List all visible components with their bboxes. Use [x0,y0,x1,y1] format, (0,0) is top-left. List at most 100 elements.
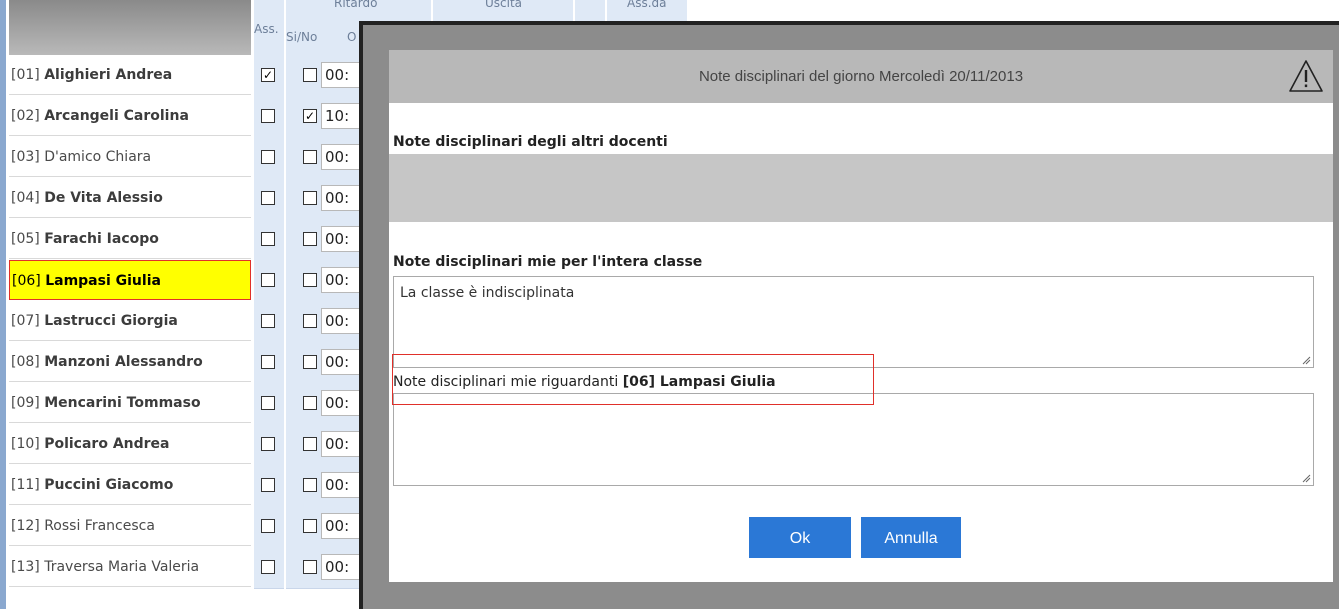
student-name: Lampasi Giulia [45,273,161,289]
absent-checkbox[interactable] [261,314,275,328]
absent-checkbox[interactable] [261,150,275,164]
late-time-input[interactable]: 00: [321,513,361,539]
class-notes-label: Note disciplinari mie per l'intera class… [393,254,703,270]
ok-button[interactable]: Ok [749,517,851,558]
absent-checkbox[interactable] [261,232,275,246]
student-name: D'amico Chiara [44,149,152,165]
student-number: [02] [11,108,40,124]
others-notes-label: Note disciplinari degli altri docenti [393,134,668,150]
late-checkbox[interactable] [303,68,317,82]
cancel-button[interactable]: Annulla [861,517,961,558]
late-checkbox[interactable] [303,273,317,287]
absent-checkbox[interactable] [261,437,275,451]
student-name: Rossi Francesca [44,518,155,534]
student-row[interactable]: [07] Lastrucci Giorgia 00: [9,301,366,343]
student-row[interactable]: [10] Policaro Andrea 00: [9,424,366,466]
student-row[interactable]: [12] Rossi Francesca 00: [9,506,366,548]
late-checkbox[interactable]: ✓ [303,109,317,123]
late-checkbox[interactable] [303,150,317,164]
late-time-input[interactable]: 00: [321,390,361,416]
student-row[interactable]: [11] Puccini Giacomo 00: [9,465,366,507]
class-notes-text: La classe è indisciplinata [400,285,575,301]
late-checkbox[interactable] [303,560,317,574]
late-time-input[interactable]: 00: [321,431,361,457]
dialog-titlebar: Note disciplinari del giorno Mercoledì 2… [389,50,1333,103]
student-name-cell[interactable]: [09] Mencarini Tommaso [9,383,251,423]
student-row[interactable]: [03] D'amico Chiara 00: [9,137,366,179]
late-time-input[interactable]: 00: [321,554,361,580]
late-checkbox[interactable] [303,437,317,451]
absent-checkbox[interactable] [261,355,275,369]
late-checkbox[interactable] [303,232,317,246]
student-row[interactable]: [08] Manzoni Alessandro 00: [9,342,366,384]
student-number: [11] [11,477,40,493]
late-checkbox[interactable] [303,396,317,410]
absent-checkbox[interactable] [261,109,275,123]
late-checkbox[interactable] [303,355,317,369]
late-time-input[interactable]: 00: [321,144,361,170]
student-row[interactable]: [13] Traversa Maria Valeria 00: [9,547,366,589]
ass-column-header: Ass. [254,0,284,55]
late-checkbox[interactable] [303,191,317,205]
absent-checkbox[interactable] [261,478,275,492]
student-name-cell[interactable]: [04] De Vita Alessio [9,178,251,218]
late-time-input[interactable]: 00: [321,62,361,88]
student-row[interactable]: [06] Lampasi Giulia 00: [9,260,366,302]
late-time-input[interactable]: 00: [321,226,361,252]
resize-grip-icon[interactable] [1301,473,1311,483]
absent-checkbox[interactable] [261,396,275,410]
student-name-cell[interactable]: [11] Puccini Giacomo [9,465,251,505]
resize-grip-icon[interactable] [1301,355,1311,365]
student-number: [04] [11,190,40,206]
student-name-cell[interactable]: [02] Arcangeli Carolina [9,96,251,136]
student-name: Policaro Andrea [44,436,170,452]
late-time-input[interactable]: 00: [321,349,361,375]
others-notes-display [389,154,1333,222]
student-number: [13] [11,559,40,575]
late-time-input[interactable]: 00: [321,472,361,498]
late-time-input[interactable]: 00: [321,267,361,293]
student-row[interactable]: [05] Farachi Iacopo 00: [9,219,366,261]
late-time-input[interactable]: 00: [321,308,361,334]
student-row[interactable]: [04] De Vita Alessio 00: [9,178,366,220]
student-row[interactable]: [01] Alighieri Andrea ✓ 00: [9,55,366,97]
student-name-cell[interactable]: [01] Alighieri Andrea [9,55,251,95]
student-name: Traversa Maria Valeria [44,559,200,575]
student-name-cell[interactable]: [06] Lampasi Giulia [9,260,251,300]
student-name-cell[interactable]: [12] Rossi Francesca [9,506,251,546]
student-row[interactable]: [02] Arcangeli Carolina ✓ 10: [9,96,366,138]
student-name-cell[interactable]: [08] Manzoni Alessandro [9,342,251,382]
student-name: Arcangeli Carolina [44,108,189,124]
student-number: [08] [11,354,40,370]
student-name-cell[interactable]: [03] D'amico Chiara [9,137,251,177]
student-name: Manzoni Alessandro [44,354,203,370]
student-name-cell[interactable]: [13] Traversa Maria Valeria [9,547,251,587]
student-notes-textarea[interactable] [393,393,1314,486]
student-row[interactable]: [09] Mencarini Tommaso 00: [9,383,366,425]
student-name-cell[interactable]: [10] Policaro Andrea [9,424,251,464]
late-checkbox[interactable] [303,314,317,328]
name-column-header [9,0,251,55]
student-name-cell[interactable]: [07] Lastrucci Giorgia [9,301,251,341]
late-checkbox[interactable] [303,519,317,533]
late-checkbox[interactable] [303,478,317,492]
absent-checkbox[interactable] [261,560,275,574]
absent-checkbox[interactable]: ✓ [261,68,275,82]
student-number: [10] [11,436,40,452]
dialog-title: Note disciplinari del giorno Mercoledì 2… [698,68,1024,85]
student-number: [06] [12,273,41,289]
ritardo-o-header-label: O [347,30,357,44]
absent-checkbox[interactable] [261,519,275,533]
ass-da-header-label: Ass.da [627,0,667,10]
student-name: Farachi Iacopo [44,231,159,247]
student-name: Lastrucci Giorgia [44,313,178,329]
uscita-header-label: Uscita [485,0,523,10]
student-number: [12] [11,518,40,534]
absent-checkbox[interactable] [261,273,275,287]
absent-checkbox[interactable] [261,191,275,205]
late-time-input[interactable]: 10: [321,103,361,129]
ritardo-header-label: Ritardo [334,0,378,10]
late-time-input[interactable]: 00: [321,185,361,211]
student-name: Alighieri Andrea [44,67,173,83]
student-name-cell[interactable]: [05] Farachi Iacopo [9,219,251,259]
